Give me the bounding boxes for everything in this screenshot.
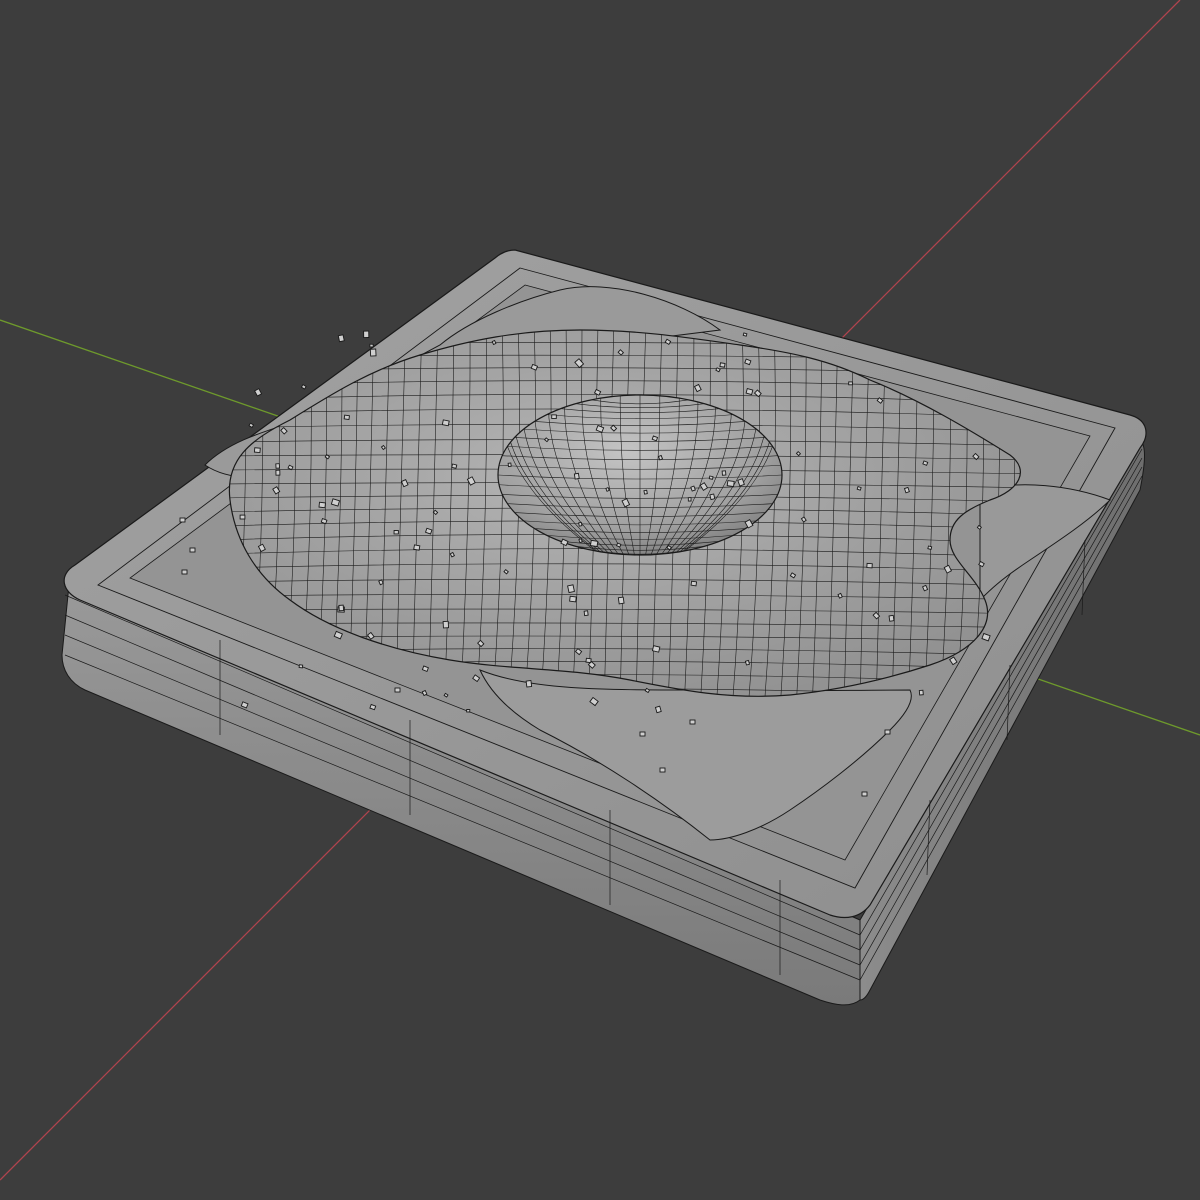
pepper-flake <box>690 580 698 587</box>
pepper-flake <box>275 469 281 476</box>
pepper-flake <box>918 689 924 696</box>
pepper-flake <box>253 447 261 454</box>
pepper-flake <box>903 486 910 494</box>
pepper-flake <box>861 791 868 797</box>
pepper-flake <box>413 544 421 551</box>
viewport-canvas[interactable] <box>0 0 1200 1200</box>
pepper-flake <box>690 485 696 492</box>
pepper-flake <box>657 454 664 461</box>
pepper-flake <box>179 517 186 523</box>
pepper-flake <box>189 547 196 553</box>
pepper-flake <box>363 330 370 339</box>
pepper-flake <box>744 659 751 666</box>
pepper-flake <box>687 497 692 502</box>
pepper-flake <box>573 472 580 480</box>
pepper-flake <box>927 545 933 550</box>
pepper-flake <box>343 414 350 421</box>
pepper-flake <box>394 687 401 693</box>
pepper-flake <box>721 470 727 476</box>
pepper-flake <box>605 487 610 492</box>
pepper-flake <box>551 414 557 420</box>
pepper-flake <box>583 610 589 617</box>
pepper-flake <box>298 664 304 669</box>
pepper-flake <box>643 489 648 495</box>
pepper-flake <box>719 362 726 368</box>
pepper-flake <box>337 334 345 343</box>
pepper-flake <box>369 348 377 357</box>
pepper-flake <box>181 569 188 575</box>
pepper-flake <box>639 731 646 737</box>
pepper-flake <box>275 463 281 469</box>
pepper-flake <box>507 462 512 468</box>
pepper-flake <box>567 584 575 594</box>
pepper-flake <box>856 486 862 491</box>
pepper-flake <box>442 620 450 629</box>
pepper-flake <box>888 614 895 622</box>
pepper-flake <box>589 539 599 548</box>
pepper-flake <box>569 595 577 603</box>
pepper-flake <box>369 343 374 348</box>
pepper-flake <box>659 767 666 773</box>
pepper-flake <box>848 381 853 386</box>
pepper-flake <box>617 596 625 605</box>
pepper-flake <box>585 657 592 664</box>
pepper-flake <box>451 463 458 469</box>
pepper-flake <box>651 645 661 653</box>
pepper-flake <box>578 521 583 527</box>
pepper-flake <box>441 419 450 427</box>
pepper-flake <box>742 332 748 337</box>
pepper-flake <box>466 709 471 713</box>
pepper-flake <box>726 480 735 488</box>
pepper-flake <box>689 719 696 725</box>
3d-viewport[interactable] <box>0 0 1200 1200</box>
pepper-flake <box>525 679 533 688</box>
pepper-flake <box>338 604 345 612</box>
pepper-flake <box>578 538 583 544</box>
pepper-flake <box>318 501 326 509</box>
pepper-flake <box>884 729 891 735</box>
pepper-flake <box>708 475 714 480</box>
pepper-flake <box>393 530 399 535</box>
pepper-flake <box>709 493 716 501</box>
pepper-flake <box>745 388 754 396</box>
pepper-flake <box>491 339 497 346</box>
pepper-flake <box>616 542 622 548</box>
pepper-flake <box>866 562 873 569</box>
pepper-flake <box>654 705 662 714</box>
pepper-flake <box>239 514 246 520</box>
